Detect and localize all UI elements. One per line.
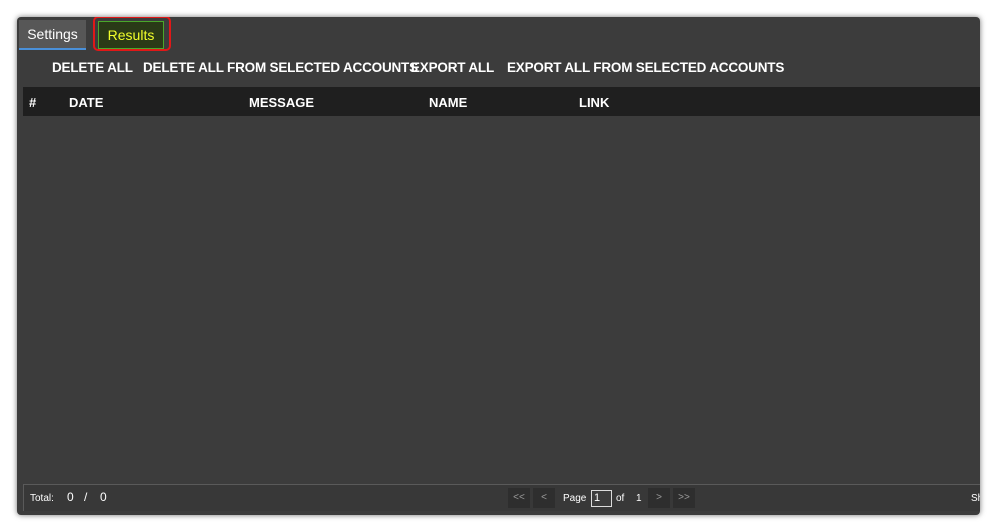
results-grid[interactable] [23, 116, 980, 482]
tab-strip: Settings Results [17, 17, 980, 53]
status-bar: Total: 0 / 0 << < Page of 1 > >> Sh [23, 484, 980, 511]
column-header-number[interactable]: # [29, 87, 36, 116]
app-window: Settings Results DELETE ALL DELETE ALL F… [17, 17, 980, 515]
total-count: 0 [67, 490, 74, 504]
last-page-button[interactable]: >> [673, 488, 695, 508]
page-number-input[interactable] [591, 490, 612, 507]
first-page-button[interactable]: << [508, 488, 530, 508]
toolbar: DELETE ALL DELETE ALL FROM SELECTED ACCO… [17, 57, 980, 79]
tab-settings[interactable]: Settings [19, 20, 86, 50]
column-header-message[interactable]: MESSAGE [249, 87, 314, 116]
delete-all-button[interactable]: DELETE ALL [52, 57, 133, 79]
export-all-button[interactable]: EXPORT ALL [411, 57, 494, 79]
truncated-status-text: Sh [971, 493, 980, 504]
total-all: 0 [100, 490, 107, 504]
page-count: 1 [636, 493, 642, 504]
export-all-selected-button[interactable]: EXPORT ALL FROM SELECTED ACCOUNTS [507, 57, 784, 79]
grid-header: # DATE MESSAGE NAME LINK [23, 87, 980, 116]
column-header-date[interactable]: DATE [69, 87, 103, 116]
total-separator: / [84, 490, 88, 504]
page-label: Page [563, 493, 587, 504]
prev-page-button[interactable]: < [533, 488, 555, 508]
next-page-button[interactable]: > [648, 488, 670, 508]
column-header-link[interactable]: LINK [579, 87, 609, 116]
of-label: of [616, 493, 625, 504]
tab-results[interactable]: Results [98, 21, 164, 49]
column-header-name[interactable]: NAME [429, 87, 467, 116]
total-label: Total: [30, 493, 54, 504]
delete-all-selected-button[interactable]: DELETE ALL FROM SELECTED ACCOUNTS [143, 57, 418, 79]
